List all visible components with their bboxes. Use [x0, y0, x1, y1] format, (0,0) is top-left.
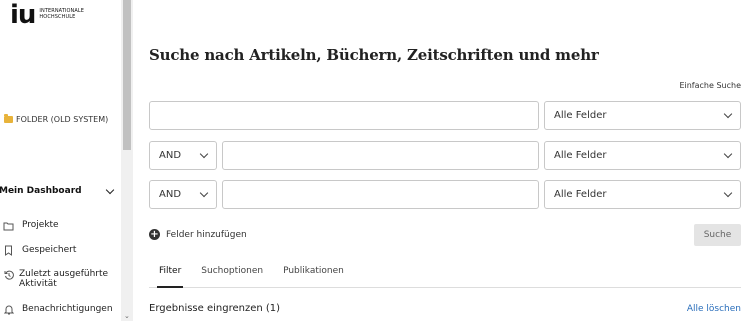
clear-all-link[interactable]: Alle löschen: [687, 304, 741, 314]
sidebar-item-label-line1: Zuletzt ausgeführte: [19, 269, 109, 279]
search-button[interactable]: Suche: [694, 224, 741, 246]
page-title: Suche nach Artikeln, Büchern, Zeitschrif…: [149, 46, 599, 64]
field-select-value: Alle Felder: [554, 150, 607, 161]
folder-outline-icon: [3, 220, 14, 231]
operator-select-2[interactable]: AND: [149, 141, 217, 170]
sidebar-item-projekte[interactable]: Projekte: [3, 220, 59, 231]
folder-icon: [4, 114, 13, 123]
operator-value: AND: [159, 189, 182, 200]
logo-line2: HOCHSCHULE: [39, 14, 76, 20]
field-select-value: Alle Felder: [554, 189, 607, 200]
tab-bar: Filter Suchoptionen Publikationen: [149, 258, 741, 288]
scrollbar-thumb[interactable]: [123, 0, 131, 150]
chevron-down-icon: [105, 185, 115, 194]
logo-text: INTERNATIONALE HOCHSCHULE: [39, 8, 84, 20]
field-select-1[interactable]: Alle Felder: [544, 101, 741, 130]
folder-label: FOLDER (OLD SYSTEM): [16, 115, 109, 124]
field-select-3[interactable]: Alle Felder: [544, 180, 741, 209]
tab-publikationen[interactable]: Publikationen: [273, 258, 354, 287]
sidebar-item-label: Gespeichert: [22, 245, 77, 255]
operator-value: AND: [159, 150, 182, 161]
bell-icon: [3, 304, 14, 315]
plus-circle-icon: +: [149, 229, 160, 240]
sidebar-item-label: Zuletzt ausgeführte Aktivität: [19, 269, 108, 289]
dashboard-toggle[interactable]: Mein Dashboard: [0, 185, 121, 196]
chevron-down-icon: [723, 109, 733, 119]
search-input-3[interactable]: [222, 180, 539, 209]
chevron-down-icon: [723, 188, 733, 198]
history-icon: [3, 269, 14, 280]
sidebar-item-benachrichtigungen[interactable]: Benachrichtigungen: [3, 304, 113, 315]
bookmark-icon: [3, 245, 14, 256]
chevron-down-icon: [199, 149, 209, 159]
add-fields-label: Felder hinzufügen: [166, 229, 247, 240]
sidebar-scrollbar[interactable]: ⌄: [121, 0, 133, 321]
sidebar-item-gespeichert[interactable]: Gespeichert: [3, 245, 76, 256]
scroll-down-icon[interactable]: ⌄: [124, 312, 130, 320]
search-input-1[interactable]: [149, 101, 539, 130]
chevron-down-icon: [199, 188, 209, 198]
dashboard-label: Mein Dashboard: [0, 186, 82, 196]
sidebar-item-label-line2: Aktivität: [19, 279, 57, 289]
field-select-value: Alle Felder: [554, 110, 607, 121]
iu-logo[interactable]: iu INTERNATIONALE HOCHSCHULE: [10, 2, 84, 28]
sidebar-item-label: Benachrichtigungen: [22, 304, 113, 314]
tab-filter[interactable]: Filter: [149, 258, 191, 288]
folder-old-system[interactable]: FOLDER (OLD SYSTEM): [4, 114, 109, 124]
sidebar-item-zuletzt[interactable]: Zuletzt ausgeführte Aktivität: [3, 269, 108, 289]
logo-mark: iu: [10, 0, 36, 30]
add-fields-button[interactable]: + Felder hinzufügen: [149, 229, 247, 240]
operator-select-3[interactable]: AND: [149, 180, 217, 209]
refine-results-heading: Ergebnisse eingrenzen (1): [149, 303, 281, 314]
field-select-2[interactable]: Alle Felder: [544, 141, 741, 170]
tab-suchoptionen[interactable]: Suchoptionen: [191, 258, 273, 287]
simple-search-link[interactable]: Einfache Suche: [679, 81, 741, 90]
search-input-2[interactable]: [222, 141, 539, 170]
chevron-down-icon: [723, 149, 733, 159]
sidebar: iu INTERNATIONALE HOCHSCHULE FOLDER (OLD…: [0, 0, 121, 321]
sidebar-item-label: Projekte: [22, 220, 59, 230]
